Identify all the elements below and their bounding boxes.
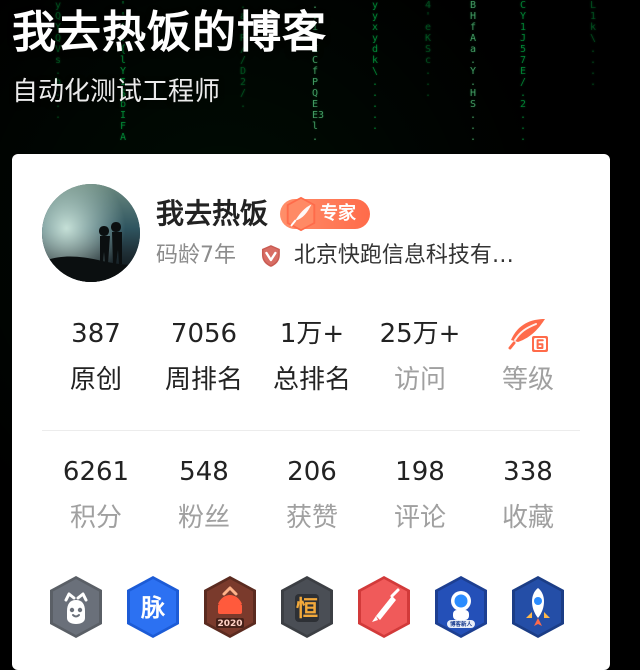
divider xyxy=(42,430,580,431)
stat-visits[interactable]: 25万+ 访问 xyxy=(366,308,474,418)
badge-pen[interactable] xyxy=(354,574,414,640)
avatar-image xyxy=(42,184,140,282)
feather-icon xyxy=(286,196,316,232)
mai-badge-text: 脉 xyxy=(140,594,166,622)
badge-astronaut[interactable]: 博客新人 xyxy=(431,574,491,640)
profile-card: 我去热饭 专家 码龄7年 北京快跑信息科技有… 387 原创 7056 周排名 … xyxy=(12,154,610,670)
name-row: 我去热饭 专家 xyxy=(156,194,371,234)
username[interactable]: 我去热饭 xyxy=(156,197,268,231)
verified-shield-icon xyxy=(261,245,280,267)
stat-value: 1万+ xyxy=(279,319,345,349)
badge-2020-text: 2020 xyxy=(217,619,242,629)
expert-badge[interactable]: 专家 xyxy=(280,196,371,232)
profile-meta: 码龄7年 北京快跑信息科技有… xyxy=(156,242,558,270)
level-6-icon xyxy=(508,319,548,352)
stat-comments[interactable]: 198 评论 xyxy=(366,446,474,556)
stat-points[interactable]: 6261 积分 xyxy=(42,446,150,556)
pen-icon xyxy=(358,576,410,638)
stat-value: 206 xyxy=(287,457,337,487)
stat-label: 评论 xyxy=(393,503,446,533)
stat-value: 25万+ xyxy=(379,319,461,349)
stat-value: 198 xyxy=(395,457,445,487)
stat-label: 原创 xyxy=(69,365,122,395)
stat-label: 等级 xyxy=(501,365,554,395)
stat-favorites[interactable]: 338 收藏 xyxy=(474,446,582,556)
stat-label: 总排名 xyxy=(272,365,351,395)
profile-section: 我去热饭 专家 码龄7年 北京快跑信息科技有… xyxy=(42,184,582,294)
coding-age: 码龄7年 xyxy=(156,243,236,268)
expert-badge-label: 专家 xyxy=(320,203,357,224)
stat-weekly-rank[interactable]: 7056 周排名 xyxy=(150,308,258,418)
badge-rocket[interactable] xyxy=(508,574,568,640)
stat-label: 获赞 xyxy=(285,503,338,533)
stat-value: 6261 xyxy=(62,457,130,487)
blog-header: 我去热饭的博客 自动化测试工程师 xyxy=(10,0,630,150)
stat-value: 387 xyxy=(71,319,121,349)
company[interactable]: 北京快跑信息科技有… xyxy=(258,242,558,270)
stat-total-rank[interactable]: 1万+ 总排名 xyxy=(258,308,366,418)
stat-original[interactable]: 387 原创 xyxy=(42,308,150,418)
astronaut-icon: 博客新人 xyxy=(435,576,487,638)
badge-heng[interactable]: 恒 xyxy=(277,574,337,640)
stat-label: 收藏 xyxy=(501,503,554,533)
stats-bottom: 6261 积分 548 粉丝 206 获赞 198 评论 338 收藏 xyxy=(42,446,582,556)
stat-likes[interactable]: 206 获赞 xyxy=(258,446,366,556)
anniversary-2020-icon: 2020 xyxy=(204,576,256,638)
avatar[interactable] xyxy=(42,184,140,282)
company-name: 北京快跑信息科技有… xyxy=(293,243,514,268)
badge-mai[interactable]: 脉 xyxy=(123,574,183,640)
stat-label: 访问 xyxy=(393,365,446,395)
stat-label: 积分 xyxy=(69,503,122,533)
badge-github[interactable] xyxy=(46,574,106,640)
stats-top: 387 原创 7056 周排名 1万+ 总排名 25万+ 访问 等级 xyxy=(42,308,582,418)
astronaut-badge-text: 博客新人 xyxy=(450,620,473,628)
heng-badge-text: 恒 xyxy=(296,596,318,622)
mai-icon: 脉 xyxy=(127,576,179,638)
blog-title: 我去热饭的博客 xyxy=(12,7,327,58)
stat-value: 338 xyxy=(503,457,553,487)
stat-value: 548 xyxy=(179,457,229,487)
blog-subtitle: 自动化测试工程师 xyxy=(12,77,221,107)
stat-label: 周排名 xyxy=(164,365,243,395)
stat-label: 粉丝 xyxy=(177,503,230,533)
github-icon xyxy=(50,576,102,638)
heng-icon: 恒 xyxy=(281,576,333,638)
stat-followers[interactable]: 548 粉丝 xyxy=(150,446,258,556)
achievement-badges: 脉 2020 恒 博客新人 xyxy=(46,572,586,642)
stat-level[interactable]: 等级 xyxy=(474,308,582,418)
rocket-icon xyxy=(512,576,564,638)
stat-value: 7056 xyxy=(170,319,238,349)
badge-2020[interactable]: 2020 xyxy=(200,574,260,640)
